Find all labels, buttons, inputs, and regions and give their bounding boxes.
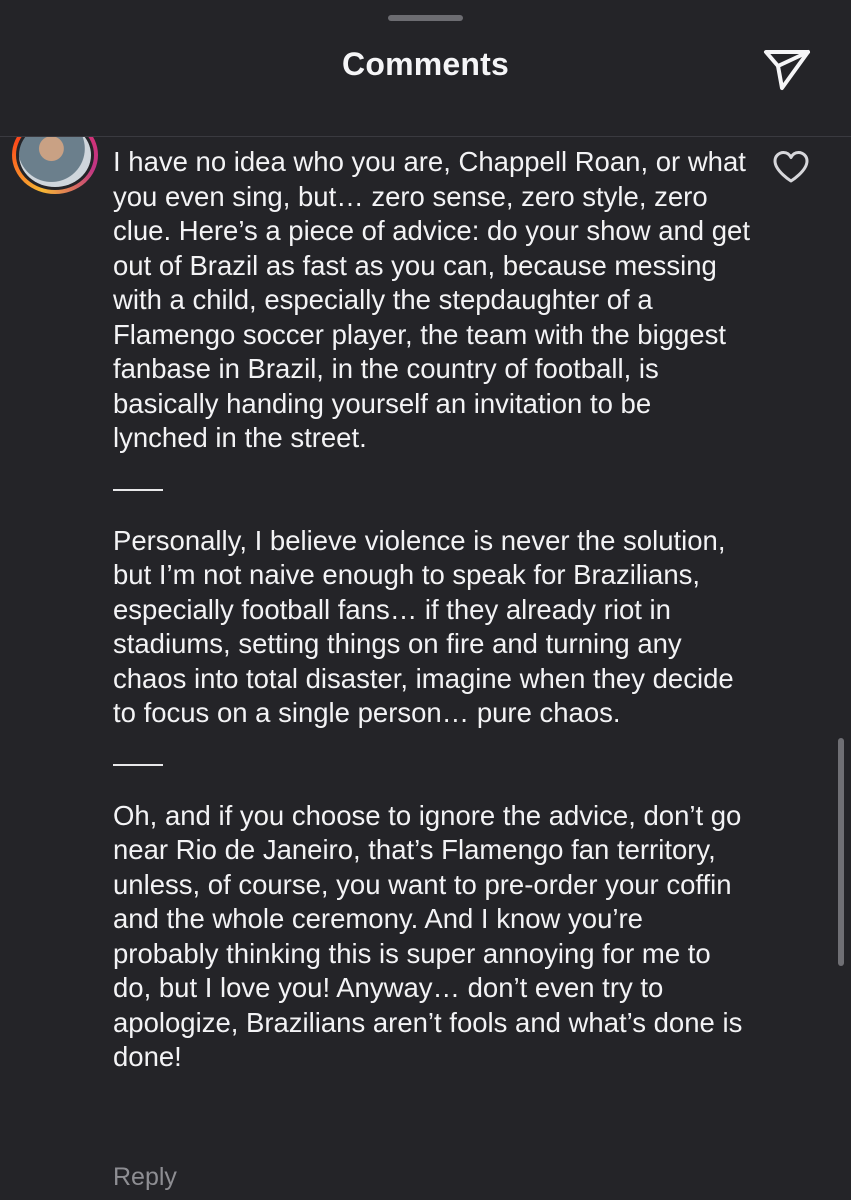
comment-body: I have no idea who you are, Chappell Roa… bbox=[113, 145, 753, 1075]
comment-paragraph-3: Oh, and if you choose to ignore the advi… bbox=[113, 799, 743, 1073]
page-title: Comments bbox=[342, 46, 509, 82]
reply-button[interactable]: Reply bbox=[113, 1163, 177, 1192]
comment-paragraph-2: Personally, I believe violence is never … bbox=[113, 524, 734, 729]
paragraph-separator bbox=[113, 488, 163, 491]
paragraph-separator bbox=[113, 763, 163, 766]
header-divider bbox=[0, 136, 851, 137]
heart-icon[interactable] bbox=[772, 150, 810, 184]
paper-plane-icon[interactable] bbox=[760, 44, 814, 94]
comment-paragraph-1: I have no idea who you are, Chappell Roa… bbox=[113, 146, 750, 453]
sheet-drag-handle[interactable] bbox=[388, 15, 463, 21]
scrollbar[interactable] bbox=[838, 738, 844, 966]
comments-sheet: Comments I have no idea who you are, Cha… bbox=[0, 0, 851, 1200]
